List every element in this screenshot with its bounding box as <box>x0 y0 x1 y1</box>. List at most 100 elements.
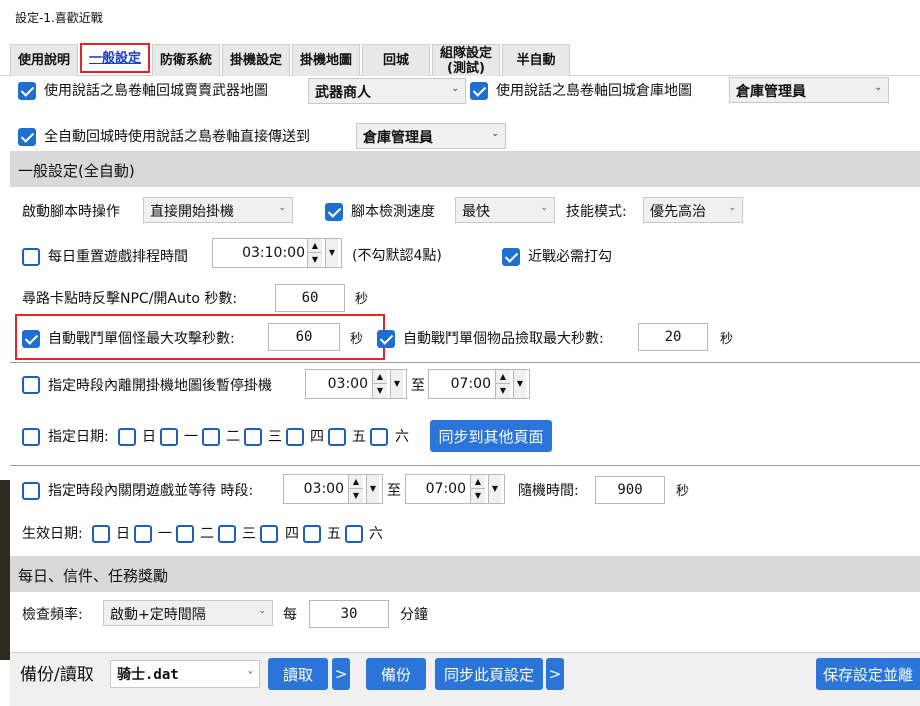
teleport-dropdown[interactable]: 倉庫管理員 ⌄ <box>356 123 506 149</box>
date-checkbox[interactable] <box>22 428 40 446</box>
tab-label: 半自動 <box>516 53 556 68</box>
pause-from-value: 03:00 <box>327 376 368 392</box>
start-op-dropdown[interactable]: 直接開始掛機 ⌄ <box>143 197 293 223</box>
eff-checkbox-fri[interactable] <box>303 525 321 543</box>
chevron-up-icon[interactable]: ▲ <box>349 475 363 489</box>
sync-more-button[interactable]: > <box>546 658 564 690</box>
chevron-down-icon: ⌄ <box>491 129 499 139</box>
tab-hang-map[interactable]: 掛機地圖 <box>292 44 360 76</box>
eff-checkbox-mon[interactable] <box>134 525 152 543</box>
fight-seconds-input[interactable]: 60 <box>268 323 340 351</box>
spin-updown[interactable]: ▲ ▼ <box>372 370 387 398</box>
tab-semi-auto[interactable]: 半自動 <box>502 44 570 76</box>
reset-time-picker[interactable]: 03:10:00 ▲ ▼ ▼ <box>212 238 342 268</box>
day-checkbox-mon[interactable] <box>160 428 178 446</box>
day-checkbox-sat[interactable] <box>370 428 388 446</box>
sell-checkbox[interactable] <box>18 82 36 100</box>
divider <box>10 362 920 363</box>
close-to-picker[interactable]: 07:00 ▲ ▼ ▼ <box>405 474 505 504</box>
speed-checkbox[interactable] <box>325 203 343 221</box>
chevron-up-icon[interactable]: ▲ <box>471 475 485 489</box>
eff-label-thu: 四 <box>285 526 299 542</box>
tab-hang-settings[interactable]: 掛機設定 <box>222 44 290 76</box>
pause-to-picker[interactable]: 07:00 ▲ ▼ ▼ <box>428 369 530 399</box>
sell-dropdown[interactable]: 武器商人 ⌄ <box>308 78 466 104</box>
backup-file-dropdown[interactable]: 骑士.dat ⌄ <box>110 660 260 688</box>
pick-unit: 秒 <box>720 332 734 347</box>
check-minutes-input[interactable]: 30 <box>309 600 389 628</box>
pause-from-picker[interactable]: 03:00 ▲ ▼ ▼ <box>305 369 407 399</box>
eff-label-tue: 二 <box>200 526 214 542</box>
sync-page-button[interactable]: 同步此頁設定 <box>435 658 543 690</box>
store-value: 倉庫管理員 <box>736 84 806 100</box>
skill-dropdown[interactable]: 優先高治 ⌄ <box>643 197 743 223</box>
close-label: 指定時段內關閉遊戲並等待 時段: <box>48 483 254 499</box>
dropdown-arrow-icon[interactable]: ▼ <box>366 475 379 503</box>
tab-defense[interactable]: 防衛系統 <box>152 44 220 76</box>
store-dropdown[interactable]: 倉庫管理員 ⌄ <box>729 77 889 103</box>
day-checkbox-tue[interactable] <box>202 428 220 446</box>
teleport-checkbox[interactable] <box>18 128 36 146</box>
day-label-wed: 三 <box>268 429 282 445</box>
tab-return-town[interactable]: 回城 <box>362 44 430 76</box>
teleport-label: 全自動回城時使用說話之島卷軸直接傳送到 <box>44 129 310 145</box>
dropdown-arrow-icon[interactable]: ▼ <box>325 239 338 267</box>
reset-time-value: 03:10:00 <box>242 245 305 261</box>
tab-party[interactable]: 組隊設定 (測試) <box>432 44 500 76</box>
chevron-up-icon[interactable]: ▲ <box>308 239 322 253</box>
eff-checkbox-tue[interactable] <box>176 525 194 543</box>
day-checkbox-fri[interactable] <box>328 428 346 446</box>
tab-general[interactable]: 一般設定 <box>80 43 150 73</box>
check-freq-label: 檢查頻率: <box>22 607 83 623</box>
eff-checkbox-sat[interactable] <box>345 525 363 543</box>
day-checkbox-wed[interactable] <box>244 428 262 446</box>
eff-checkbox-sun[interactable] <box>92 525 110 543</box>
chevron-down-icon[interactable]: ▼ <box>349 489 363 503</box>
dropdown-arrow-icon[interactable]: ▼ <box>390 370 403 398</box>
stuck-seconds-input[interactable]: 60 <box>275 284 345 312</box>
backup-button[interactable]: 備份 <box>366 658 426 690</box>
spin-updown[interactable]: ▲ ▼ <box>348 475 363 503</box>
chevron-down-icon[interactable]: ▼ <box>496 384 510 398</box>
close-checkbox[interactable] <box>22 482 40 500</box>
dropdown-arrow-icon[interactable]: ▼ <box>513 370 526 398</box>
sell-label: 使用說話之島卷軸回城賣賣武器地圖 <box>44 83 268 99</box>
chevron-down-icon: ⌄ <box>247 666 253 676</box>
close-to-value: 07:00 <box>425 481 466 497</box>
close-from-picker[interactable]: 03:00 ▲ ▼ ▼ <box>283 474 383 504</box>
reset-checkbox[interactable] <box>22 248 40 266</box>
spin-updown[interactable]: ▲ ▼ <box>470 475 485 503</box>
read-more-button[interactable]: > <box>332 658 350 690</box>
eff-checkbox-thu[interactable] <box>260 525 278 543</box>
eff-checkbox-wed[interactable] <box>218 525 236 543</box>
speed-dropdown[interactable]: 最快 ⌄ <box>455 197 555 223</box>
chevron-down-icon: ⌄ <box>874 83 882 93</box>
melee-checkbox[interactable] <box>502 248 520 266</box>
rand-input[interactable]: 900 <box>595 476 665 504</box>
reset-label: 每日重置遊戲排程時間 <box>48 249 188 265</box>
pick-checkbox[interactable] <box>377 330 395 348</box>
check-freq-dropdown[interactable]: 啟動+定時間隔 ⌄ <box>103 600 273 626</box>
chevron-down-icon[interactable]: ▼ <box>471 489 485 503</box>
chevron-down-icon: ⌄ <box>258 606 266 616</box>
tab-help[interactable]: 使用說明 <box>10 44 78 76</box>
fight-checkbox[interactable] <box>22 330 40 348</box>
tab-label: 掛機地圖 <box>299 53 352 68</box>
chevron-up-icon[interactable]: ▲ <box>496 370 510 384</box>
dropdown-arrow-icon[interactable]: ▼ <box>488 475 501 503</box>
read-button[interactable]: 讀取 <box>268 658 328 690</box>
day-checkbox-thu[interactable] <box>286 428 304 446</box>
chevron-up-icon[interactable]: ▲ <box>373 370 387 384</box>
store-checkbox[interactable] <box>470 82 488 100</box>
pick-seconds-input[interactable]: 20 <box>638 323 708 351</box>
chevron-down-icon[interactable]: ▼ <box>373 384 387 398</box>
chevron-down-icon[interactable]: ▼ <box>308 253 322 267</box>
spin-updown[interactable]: ▲ ▼ <box>495 370 510 398</box>
save-and-exit-button[interactable]: 保存設定並離 <box>816 658 920 690</box>
skill-label: 技能模式: <box>566 204 627 220</box>
spin-updown[interactable]: ▲ ▼ <box>307 239 322 267</box>
pause-checkbox[interactable] <box>22 376 40 394</box>
pause-label: 指定時段內離開掛機地圖後暫停掛機 <box>48 378 272 394</box>
day-checkbox-sun[interactable] <box>118 428 136 446</box>
sync-other-pages-button[interactable]: 同步到其他頁面 <box>430 420 552 452</box>
